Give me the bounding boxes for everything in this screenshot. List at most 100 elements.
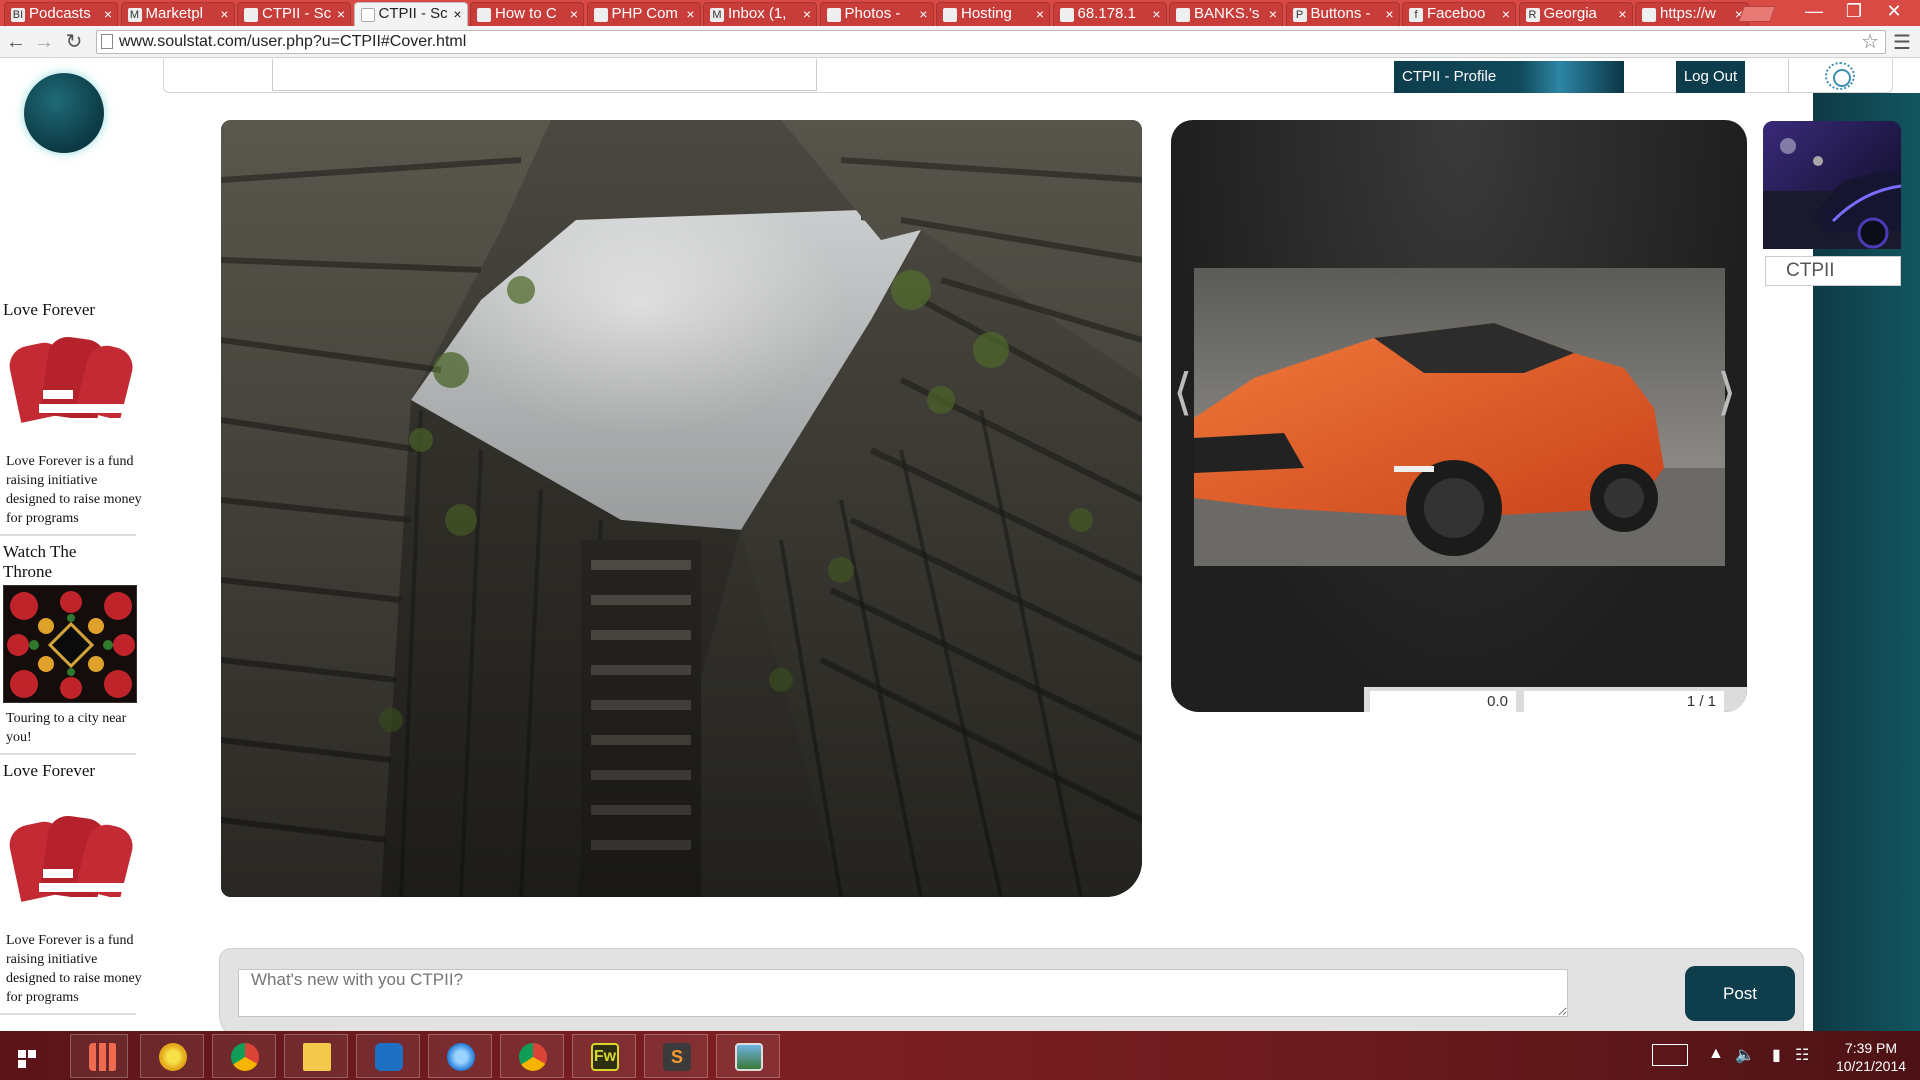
ad-title[interactable]: Watch The Throne: [0, 542, 110, 582]
close-tab-icon[interactable]: ×: [1385, 3, 1393, 25]
page: CTPII - Profile Log Out Love Forever Lov…: [0, 59, 1920, 1031]
close-tab-icon[interactable]: ×: [803, 3, 811, 25]
tab-favicon-icon: M: [127, 8, 142, 22]
quicktime-icon[interactable]: [428, 1034, 492, 1078]
love-forever-ad-image[interactable]: [5, 330, 137, 444]
browser-tab[interactable]: R Georgia ×: [1518, 2, 1633, 26]
browser-tab[interactable]: P Buttons - ×: [1285, 2, 1400, 26]
tab-title: Georgia: [1543, 5, 1597, 22]
start-screen-icon[interactable]: [0, 1034, 50, 1078]
search-input[interactable]: [272, 59, 817, 91]
top-nav: CTPII - Profile Log Out: [163, 59, 1893, 93]
photo-viewer-icon[interactable]: [716, 1034, 780, 1078]
chrome-icon[interactable]: [500, 1034, 564, 1078]
browser-tab[interactable]: BI Podcasts ×: [4, 2, 118, 26]
browser-menu-icon[interactable]: ☰: [1893, 30, 1911, 55]
battery-icon[interactable]: ▮: [1772, 1045, 1781, 1065]
browser-tab[interactable]: 68.178.1 ×: [1052, 2, 1167, 26]
close-tab-icon[interactable]: ×: [104, 3, 112, 25]
forward-icon[interactable]: →: [32, 30, 56, 54]
profile-name[interactable]: CTPII: [1765, 256, 1901, 286]
post-button[interactable]: Post: [1685, 966, 1795, 1021]
site-logo[interactable]: [24, 73, 104, 153]
close-window-icon[interactable]: ✕: [1875, 0, 1913, 24]
tab-title: CTPII - Sc: [378, 5, 448, 22]
close-tab-icon[interactable]: ×: [1152, 3, 1160, 25]
browser-tab-bar: BI Podcasts × M Marketpl × CTPII - Sc × CTPII - …: [0, 0, 1920, 27]
volume-icon[interactable]: 🔈: [1735, 1045, 1755, 1065]
close-tab-icon[interactable]: ×: [453, 3, 461, 25]
tab-favicon-icon: [593, 8, 608, 22]
close-tab-icon[interactable]: ×: [1036, 3, 1044, 25]
browser-tab[interactable]: BANKS.'s ×: [1169, 2, 1283, 26]
close-tab-icon[interactable]: ×: [686, 3, 694, 25]
browser-tab[interactable]: PHP Com ×: [586, 2, 701, 26]
ad-description: Touring to a city near you!: [6, 711, 127, 745]
browser-tab[interactable]: CTPII - Sc ×: [237, 2, 351, 26]
slide-image[interactable]: [1194, 268, 1725, 566]
close-tab-icon[interactable]: ×: [1502, 3, 1510, 25]
close-tab-icon[interactable]: ×: [570, 3, 578, 25]
tab-favicon-icon: [360, 8, 375, 22]
tab-favicon-icon: [477, 8, 491, 22]
profile-avatar[interactable]: [1763, 121, 1901, 249]
cover-photo[interactable]: [221, 120, 1142, 897]
chrome-icon[interactable]: [212, 1034, 276, 1078]
tab-favicon-icon: R: [1525, 8, 1540, 22]
file-explorer-icon[interactable]: [284, 1034, 348, 1078]
teamviewer-icon[interactable]: [356, 1034, 420, 1078]
logout-button[interactable]: Log Out: [1676, 61, 1745, 93]
clock[interactable]: 7:39 PM 10/21/2014: [1826, 1039, 1916, 1075]
new-tab-button[interactable]: [1738, 6, 1776, 22]
keyboard-icon[interactable]: [1652, 1044, 1688, 1066]
love-forever-ad-image[interactable]: [5, 809, 137, 923]
address-bar[interactable]: www.soulstat.com/user.php?u=CTPII#Cover.…: [96, 30, 1886, 54]
taskbar: Fw S ▲ 🔈 ▮ ☷ 7:39 PM 10/21/2014: [0, 1031, 1920, 1080]
chrome-canary-icon[interactable]: [140, 1034, 204, 1078]
close-tab-icon[interactable]: ×: [1269, 3, 1277, 25]
bookmark-star-icon[interactable]: ☆: [1861, 31, 1879, 53]
post-input[interactable]: [238, 969, 1568, 1017]
browser-tab[interactable]: f Faceboo ×: [1402, 2, 1516, 26]
profile-tab[interactable]: CTPII - Profile: [1394, 61, 1624, 93]
slider-prev-icon[interactable]: ⟨: [1173, 363, 1193, 421]
tab-favicon-icon: M: [710, 8, 724, 22]
browser-tab[interactable]: Photos - ×: [819, 2, 934, 26]
maximize-icon[interactable]: ❐: [1835, 0, 1873, 24]
minimize-icon[interactable]: —: [1795, 0, 1833, 24]
ad-title[interactable]: Love Forever: [0, 761, 142, 781]
browser-tab[interactable]: https://w ×: [1635, 2, 1749, 26]
browser-tab[interactable]: How to C ×: [470, 2, 584, 26]
apps-grid-icon[interactable]: [70, 1034, 128, 1078]
close-tab-icon[interactable]: ×: [337, 3, 345, 25]
browser-tab[interactable]: M Marketpl ×: [120, 2, 235, 26]
network-icon[interactable]: ☷: [1795, 1045, 1809, 1065]
tab-title: How to C: [495, 5, 557, 22]
tab-title: Podcasts: [29, 5, 91, 22]
settings-button[interactable]: [1788, 59, 1894, 93]
close-tab-icon[interactable]: ×: [220, 3, 228, 25]
back-icon[interactable]: ←: [4, 30, 28, 54]
close-tab-icon[interactable]: ×: [1618, 3, 1626, 25]
tab-favicon-icon: [1176, 8, 1190, 22]
close-tab-icon[interactable]: ×: [919, 3, 927, 25]
browser-tab[interactable]: Hosting ×: [936, 2, 1050, 26]
tab-favicon-icon: [943, 8, 957, 22]
ad-description: Love Forever is a fund raising initiativ…: [6, 933, 142, 1005]
gear-icon: [1825, 62, 1855, 90]
address-bar-url: www.soulstat.com/user.php?u=CTPII#Cover.…: [119, 33, 467, 50]
reload-icon[interactable]: ↻: [62, 30, 86, 54]
watch-the-throne-ad-image[interactable]: [3, 585, 137, 703]
browser-tab[interactable]: CTPII - Sc ×: [353, 2, 468, 27]
tab-title: 68.178.1: [1077, 5, 1136, 22]
sublime-text-icon[interactable]: S: [644, 1034, 708, 1078]
ads-column: Love Forever Love Forever is a fund rais…: [0, 300, 142, 1021]
browser-tab[interactable]: M Inbox (1, ×: [703, 2, 817, 26]
divider: [0, 1013, 136, 1015]
show-hidden-icons-icon[interactable]: ▲: [1708, 1045, 1724, 1063]
ad-title[interactable]: Love Forever: [0, 300, 142, 320]
fireworks-icon[interactable]: Fw: [572, 1034, 636, 1078]
tab-title: CTPII - Sc: [262, 5, 332, 22]
slider-next-icon[interactable]: ⟩: [1717, 363, 1737, 421]
tab-title: Faceboo: [1427, 5, 1486, 22]
